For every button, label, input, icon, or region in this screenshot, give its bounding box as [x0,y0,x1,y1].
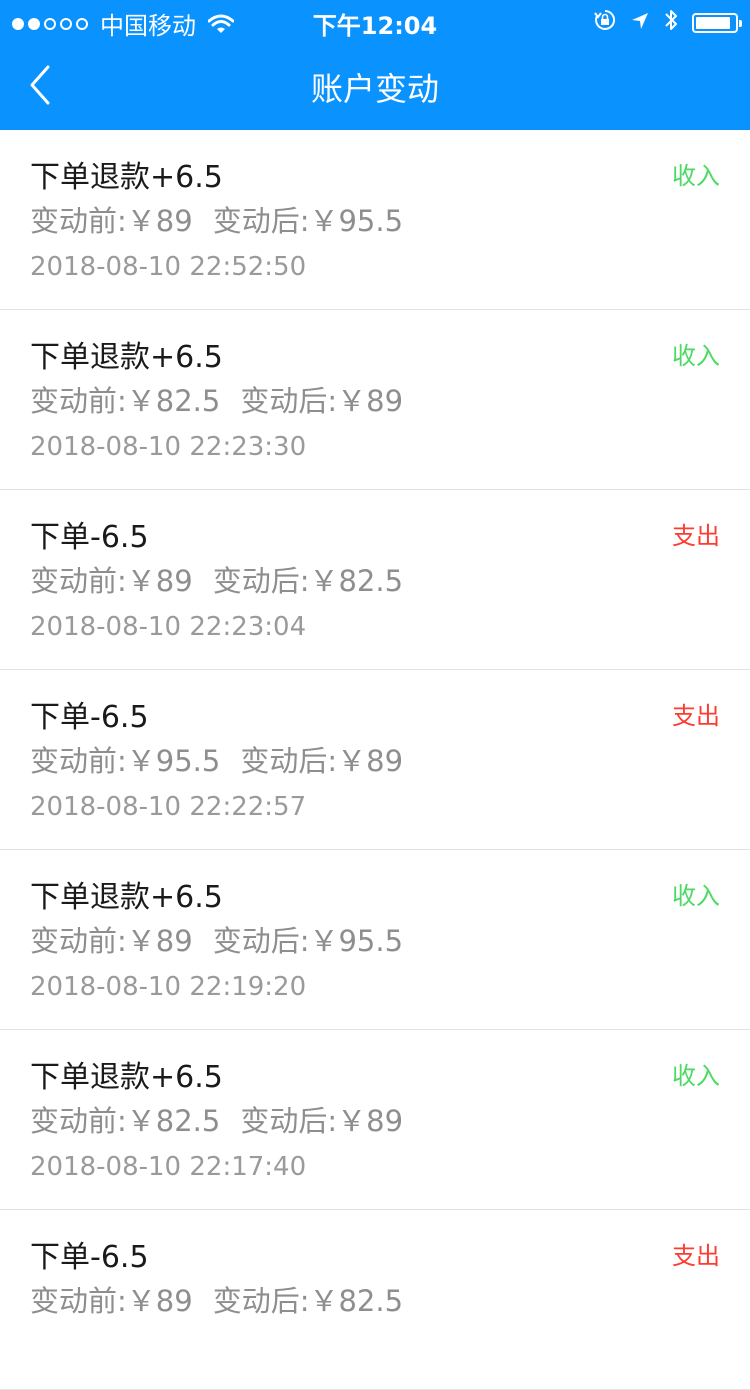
item-title: 下单退款+6.5 [30,880,223,915]
item-balance: 变动前:￥89 变动后:￥82.5 [30,558,403,600]
item-time: 2018-08-10 22:19:20 [30,972,307,1002]
item-title: 下单-6.5 [30,700,149,735]
bluetooth-icon [664,8,678,38]
page-title: 账户变动 [310,70,439,108]
status-right [594,8,742,38]
item-type-badge: 收入 [672,1062,720,1090]
nav-bar: 账户变动 [0,40,750,130]
item-title: 下单-6.5 [30,1240,149,1275]
battery-icon [692,13,742,33]
item-balance: 变动前:￥89 变动后:￥82.5 [30,1278,403,1320]
balance-after: 变动后:￥82.5 [212,564,404,598]
balance-before: 变动前:￥95.5 [30,744,221,778]
balance-after: 变动后:￥89 [240,744,404,778]
list-item[interactable]: 下单-6.5 变动前:￥89 变动后:￥82.5 2018-08-10 22:23… [0,490,750,670]
item-type-badge: 支出 [672,702,720,730]
list-item[interactable]: 下单-6.5 变动前:￥89 变动后:￥82.5 支出 [0,1210,750,1390]
item-type-badge: 收入 [672,882,720,910]
list-item[interactable]: 下单-6.5 变动前:￥95.5 变动后:￥89 2018-08-10 22:22… [0,670,750,850]
item-balance: 变动前:￥89 变动后:￥95.5 [30,918,403,960]
balance-before: 变动前:￥82.5 [30,384,221,418]
balance-before: 变动前:￥89 [30,1284,193,1318]
balance-after: 变动后:￥95.5 [212,924,404,958]
item-type-badge: 收入 [672,162,720,190]
list-item[interactable]: 下单退款+6.5 变动前:￥89 变动后:￥95.5 2018-08-10 22:… [0,130,750,310]
item-time: 2018-08-10 22:23:30 [30,432,307,462]
item-type-badge: 收入 [672,342,720,370]
battery-tip [739,20,742,27]
item-time: 2018-08-10 22:17:40 [30,1152,307,1182]
balance-after: 变动后:￥95.5 [212,204,404,238]
item-time: 2018-08-10 22:23:04 [30,612,307,642]
item-type-badge: 支出 [672,522,720,550]
location-icon [630,9,650,37]
list-item[interactable]: 下单退款+6.5 变动前:￥89 变动后:￥95.5 2018-08-10 22:… [0,850,750,1030]
balance-before: 变动前:￥82.5 [30,1104,221,1138]
item-time: 2018-08-10 22:22:57 [30,792,307,822]
list-item[interactable]: 下单退款+6.5 变动前:￥82.5 变动后:￥89 2018-08-10 22:… [0,310,750,490]
item-title: 下单退款+6.5 [30,1060,223,1095]
item-balance: 变动前:￥95.5 变动后:￥89 [30,738,403,780]
item-title: 下单-6.5 [30,520,149,555]
balance-before: 变动前:￥89 [30,564,193,598]
item-title: 下单退款+6.5 [30,160,223,195]
item-title: 下单退款+6.5 [30,340,223,375]
item-time: 2018-08-10 22:52:50 [30,252,307,282]
balance-before: 变动前:￥89 [30,204,193,238]
list-item[interactable]: 下单退款+6.5 变动前:￥82.5 变动后:￥89 2018-08-10 22:… [0,1030,750,1210]
battery-fill [696,17,731,29]
header: 中国移动 下午12:04 账户变动 [0,0,750,130]
status-bar: 中国移动 下午12:04 [0,0,750,40]
balance-before: 变动前:￥89 [30,924,193,958]
orientation-lock-icon [594,9,616,37]
balance-after: 变动后:￥82.5 [212,1284,404,1318]
item-balance: 变动前:￥89 变动后:￥95.5 [30,198,403,240]
item-type-badge: 支出 [672,1242,720,1270]
balance-after: 变动后:￥89 [240,384,404,418]
balance-after: 变动后:￥89 [240,1104,404,1138]
transaction-list: 下单退款+6.5 变动前:￥89 变动后:￥95.5 2018-08-10 22:… [0,130,750,1390]
item-balance: 变动前:￥82.5 变动后:￥89 [30,378,403,420]
item-balance: 变动前:￥82.5 变动后:￥89 [30,1098,403,1140]
